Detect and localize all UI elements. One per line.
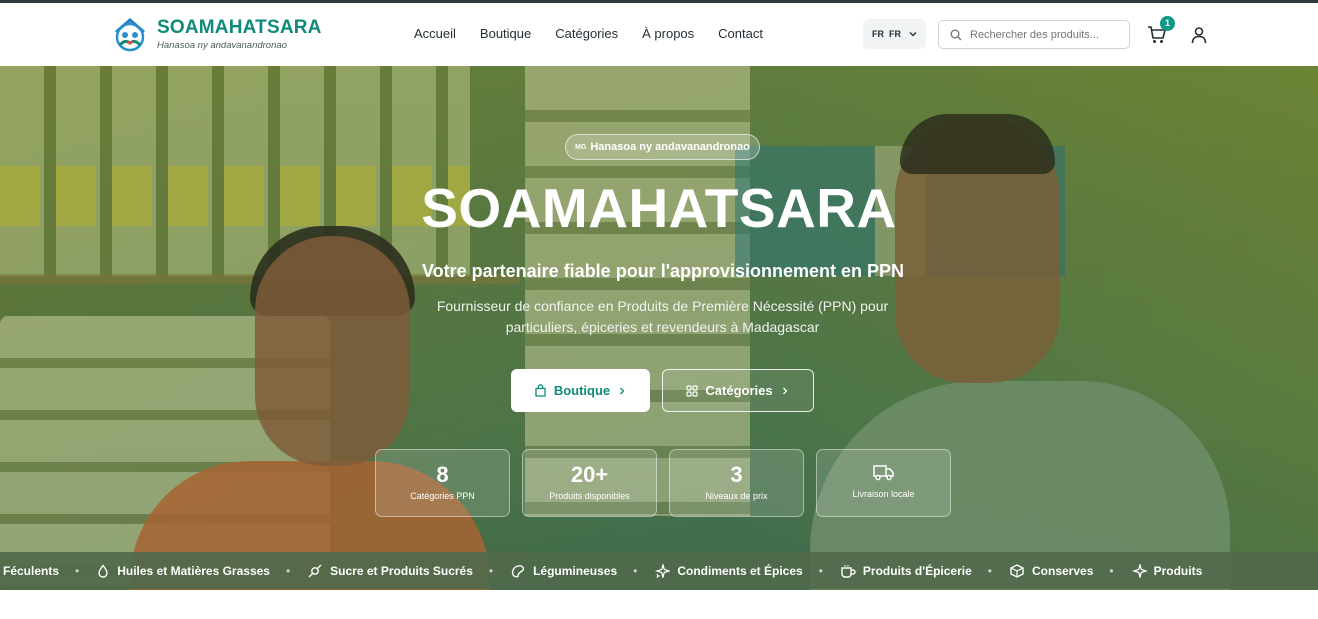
language-selector[interactable]: FR FR xyxy=(863,19,926,49)
chevron-right-icon xyxy=(620,387,625,394)
ticker-label: Féculents xyxy=(3,563,60,578)
user-account-icon[interactable] xyxy=(1190,26,1208,44)
stat-label: Livraison locale xyxy=(852,489,915,499)
ticker-separator: • xyxy=(987,563,992,578)
stat-value: 20+ xyxy=(570,462,609,487)
ticker-item[interactable]: Huiles et Matières Grasses xyxy=(96,564,270,578)
ticker-label: Condiments et Épices xyxy=(677,563,803,578)
ticker-item[interactable]: Condiments et Épices xyxy=(654,563,803,578)
chevron-down-icon xyxy=(909,32,917,37)
ticker-separator: • xyxy=(633,563,638,578)
ticker-separator: • xyxy=(488,563,494,578)
hero-description: Fournisseur de confiance en Produits de … xyxy=(436,298,889,335)
stat-label: Produits disponibles xyxy=(549,491,630,501)
category-ticker: Féculents • Huiles et Matières Grasses •… xyxy=(0,552,1318,589)
hero-badge: MG Hanasoa ny andavanandronao xyxy=(565,134,760,160)
ticker-label: Produits d'Épicerie xyxy=(862,563,972,578)
nav-boutique[interactable]: Boutique xyxy=(480,26,531,42)
ticker-separator: • xyxy=(1109,563,1114,578)
ticker-item[interactable]: Conserves xyxy=(1009,564,1093,578)
badge-text: Hanasoa ny andavanandronao xyxy=(590,141,750,153)
sparkles-icon xyxy=(655,563,671,578)
site-header: SOAMAHATSARA Hanasoa ny andavanandronao … xyxy=(0,3,1318,66)
boutique-button-label: Boutique xyxy=(553,383,611,398)
ticker-item[interactable]: Légumineuses xyxy=(510,564,617,578)
categories-button-label: Catégories xyxy=(705,383,773,398)
coffee-cup-icon xyxy=(841,564,856,578)
brand[interactable]: SOAMAHATSARA Hanasoa ny andavanandronao xyxy=(157,17,322,52)
stat-value: 3 xyxy=(730,462,743,487)
stat-label: Niveaux de prix xyxy=(705,491,768,501)
stat-label: Catégories PPN xyxy=(410,491,475,501)
nav-accueil[interactable]: Accueil xyxy=(414,26,456,42)
sparkles-icon xyxy=(1131,563,1147,578)
droplet-icon xyxy=(98,563,108,578)
stat-card-products: 20+ Produits disponibles xyxy=(522,449,657,517)
boutique-button[interactable]: Boutique xyxy=(511,369,650,412)
main-nav: Accueil Boutique Catégories À propos Con… xyxy=(414,26,763,42)
stat-card-categories: 8 Catégories PPN xyxy=(375,449,510,517)
categories-button[interactable]: Catégories xyxy=(662,369,814,412)
ticker-item[interactable]: Produits xyxy=(1131,563,1203,578)
nav-contact[interactable]: Contact xyxy=(718,26,763,42)
ticker-separator: • xyxy=(818,563,823,578)
ticker-label: Produits xyxy=(1153,563,1203,578)
ticker-item[interactable]: Produits d'Épicerie xyxy=(840,564,972,578)
hero-section: MG Hanasoa ny andavanandronao SOAMAHATSA… xyxy=(0,66,1318,590)
ticker-label: Sucre et Produits Sucrés xyxy=(330,563,473,578)
delivery-truck-icon xyxy=(872,465,894,481)
brand-logo-icon[interactable] xyxy=(112,15,148,53)
language-code: FR xyxy=(889,29,901,39)
chevron-right-icon xyxy=(782,387,788,394)
package-icon xyxy=(1010,563,1024,578)
ticker-separator: • xyxy=(285,563,291,578)
stat-value: 8 xyxy=(436,462,449,487)
search-input[interactable] xyxy=(970,28,1120,41)
cart-count-badge: 1 xyxy=(1160,16,1175,31)
stat-card-price-levels: 3 Niveaux de prix xyxy=(669,449,804,517)
brand-tagline: Hanasoa ny andavanandronao xyxy=(157,40,287,51)
brand-name[interactable]: SOAMAHATSARA xyxy=(157,17,322,39)
stat-card-delivery: Livraison locale xyxy=(816,449,951,517)
ticker-separator: • xyxy=(75,563,80,578)
nav-categories[interactable]: Catégories xyxy=(555,26,618,42)
ticker-item[interactable]: Féculents xyxy=(3,564,59,578)
ticker-label: Huiles et Matières Grasses xyxy=(117,563,270,578)
badge-flag: MG xyxy=(575,143,587,151)
ticker-item[interactable]: Sucre et Produits Sucrés xyxy=(307,564,473,578)
search-box[interactable] xyxy=(938,20,1130,49)
search-icon xyxy=(950,29,962,40)
hero-title: SOAMAHATSARA xyxy=(421,177,897,239)
bean-icon xyxy=(512,564,525,577)
ticker-label: Conserves xyxy=(1032,563,1094,578)
ticker-label: Légumineuses xyxy=(533,563,618,578)
candy-icon xyxy=(308,564,322,577)
language-flag: FR xyxy=(872,29,884,39)
hero-subtitle: Votre partenaire fiable pour l'approvisi… xyxy=(421,261,905,281)
nav-a-propos[interactable]: À propos xyxy=(642,26,694,42)
shopping-bag-icon xyxy=(535,384,546,397)
grid-icon xyxy=(686,384,698,397)
